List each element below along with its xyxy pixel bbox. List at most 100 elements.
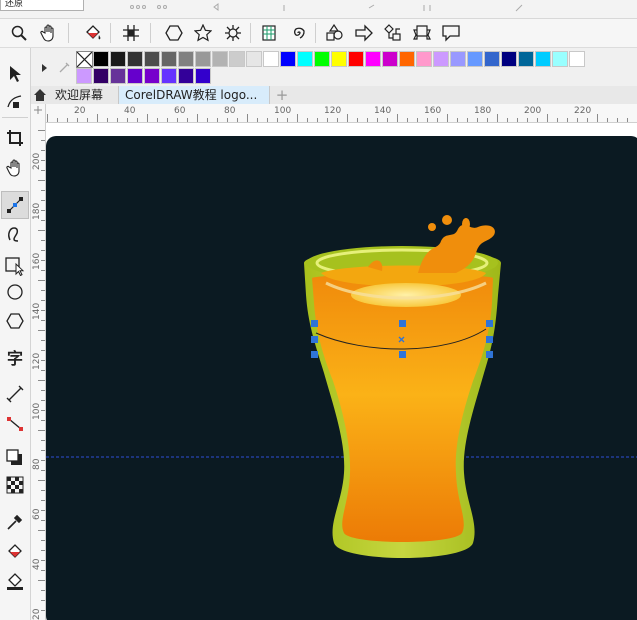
color-swatch[interactable]: [450, 51, 466, 67]
color-swatch[interactable]: [348, 51, 364, 67]
ruler-label: 80: [32, 458, 42, 470]
ruler-label: 140: [374, 106, 392, 116]
color-swatch[interactable]: [365, 51, 381, 67]
color-swatch[interactable]: [178, 68, 194, 84]
color-swatch[interactable]: [229, 51, 245, 67]
color-swatch[interactable]: [76, 68, 92, 84]
color-swatch[interactable]: [280, 51, 296, 67]
palette-scroll-arrow-icon[interactable]: [41, 62, 49, 72]
callout-shapes-icon[interactable]: [440, 22, 462, 44]
ruler-label: 60: [174, 106, 186, 116]
color-swatch[interactable]: [399, 51, 415, 67]
interactive-fill-icon[interactable]: [82, 22, 104, 44]
color-swatch[interactable]: [467, 51, 483, 67]
color-swatch[interactable]: [314, 51, 330, 67]
pick-tool-icon[interactable]: [3, 62, 27, 86]
shape-tool-icon[interactable]: [3, 90, 27, 114]
color-swatch[interactable]: [552, 51, 568, 67]
color-swatch[interactable]: [144, 68, 160, 84]
color-swatch[interactable]: [382, 51, 398, 67]
ellipse-tool-icon[interactable]: [3, 280, 27, 304]
ruler-label: 120: [324, 106, 342, 116]
add-tab-button[interactable]: +: [272, 86, 292, 104]
eyedropper-icon[interactable]: [3, 510, 27, 534]
text-tool-icon[interactable]: 字: [3, 345, 27, 369]
artistic-media-icon[interactable]: [3, 222, 27, 246]
freehand-tool-icon[interactable]: [3, 193, 27, 217]
color-swatch[interactable]: [535, 51, 551, 67]
tab-document[interactable]: CorelDRAW教程 logo...: [118, 86, 270, 104]
ruler-origin[interactable]: [31, 104, 46, 122]
color-swatch[interactable]: [127, 51, 143, 67]
spiral-icon[interactable]: [287, 22, 309, 44]
color-swatch[interactable]: [195, 68, 211, 84]
ruler-label: 100: [274, 106, 292, 116]
drawing-canvas[interactable]: [46, 123, 637, 620]
color-swatch[interactable]: [178, 51, 194, 67]
basic-shapes-icon[interactable]: [324, 22, 346, 44]
flowchart-shapes-icon[interactable]: [382, 22, 404, 44]
ruler-label: 120: [32, 352, 42, 370]
crop-tool-icon[interactable]: [3, 126, 27, 150]
star-icon[interactable]: [192, 22, 214, 44]
dimension-tool-icon[interactable]: [3, 382, 27, 406]
color-swatch[interactable]: [569, 51, 585, 67]
color-swatch[interactable]: [416, 51, 432, 67]
toolbox: 字: [0, 48, 31, 620]
color-swatch[interactable]: [93, 51, 109, 67]
pan-tool-icon[interactable]: [3, 156, 27, 180]
ruler-label: 80: [224, 106, 236, 116]
color-swatch[interactable]: [484, 51, 500, 67]
drop-shadow-icon[interactable]: [3, 446, 27, 470]
top-combo[interactable]: 还原: [0, 0, 84, 11]
ruler-label: 160: [424, 106, 442, 116]
ruler-label: 200: [524, 106, 542, 116]
ruler-label: 20: [32, 608, 42, 620]
pan-hand-icon[interactable]: [38, 22, 60, 44]
ruler-label: 180: [474, 106, 492, 116]
color-palette: [31, 48, 637, 86]
ruler-label: 180: [32, 202, 42, 220]
polygon-icon[interactable]: [163, 22, 185, 44]
color-swatch[interactable]: [246, 51, 262, 67]
color-swatch[interactable]: [110, 68, 126, 84]
color-swatch[interactable]: [161, 68, 177, 84]
interactive-fill-tool-icon[interactable]: [3, 540, 27, 564]
zoom-icon[interactable]: [8, 22, 30, 44]
palette-eyedropper-icon[interactable]: [58, 60, 72, 74]
rectangle-tool-icon[interactable]: [3, 254, 27, 278]
document-tabs: 欢迎屏幕 CorelDRAW教程 logo... +: [31, 86, 637, 105]
home-icon[interactable]: [31, 86, 49, 104]
connector-tool-icon[interactable]: [3, 412, 27, 436]
color-swatch[interactable]: [331, 51, 347, 67]
transparency-icon[interactable]: [3, 473, 27, 497]
complex-star-icon[interactable]: [222, 22, 244, 44]
tab-welcome[interactable]: 欢迎屏幕: [49, 86, 123, 104]
vertical-ruler: 200 180 160 140 120 100 80 60 40 20: [31, 122, 46, 620]
color-swatch[interactable]: [93, 68, 109, 84]
color-swatch[interactable]: [433, 51, 449, 67]
snap-grid-icon[interactable]: [120, 22, 142, 44]
ruler-label: 160: [32, 252, 42, 270]
color-swatch[interactable]: [501, 51, 517, 67]
ruler-label: 140: [32, 302, 42, 320]
ruler-label: 60: [32, 508, 42, 520]
color-swatch[interactable]: [110, 51, 126, 67]
no-color-swatch[interactable]: [76, 51, 93, 68]
color-swatch[interactable]: [195, 51, 211, 67]
color-swatch[interactable]: [518, 51, 534, 67]
polygon-tool-icon[interactable]: [3, 309, 27, 333]
banner-shapes-icon[interactable]: [411, 22, 433, 44]
color-swatch[interactable]: [212, 51, 228, 67]
color-swatch[interactable]: [297, 51, 313, 67]
smart-fill-icon[interactable]: [3, 569, 27, 593]
color-swatch[interactable]: [263, 51, 279, 67]
color-swatch[interactable]: [144, 51, 160, 67]
graph-paper-icon[interactable]: [258, 22, 280, 44]
arrow-shapes-icon[interactable]: [353, 22, 375, 44]
color-swatch[interactable]: [161, 51, 177, 67]
color-swatch[interactable]: [127, 68, 143, 84]
ruler-label: 220: [574, 106, 592, 116]
ruler-label: 40: [124, 106, 136, 116]
main-toolbar: [0, 19, 637, 48]
